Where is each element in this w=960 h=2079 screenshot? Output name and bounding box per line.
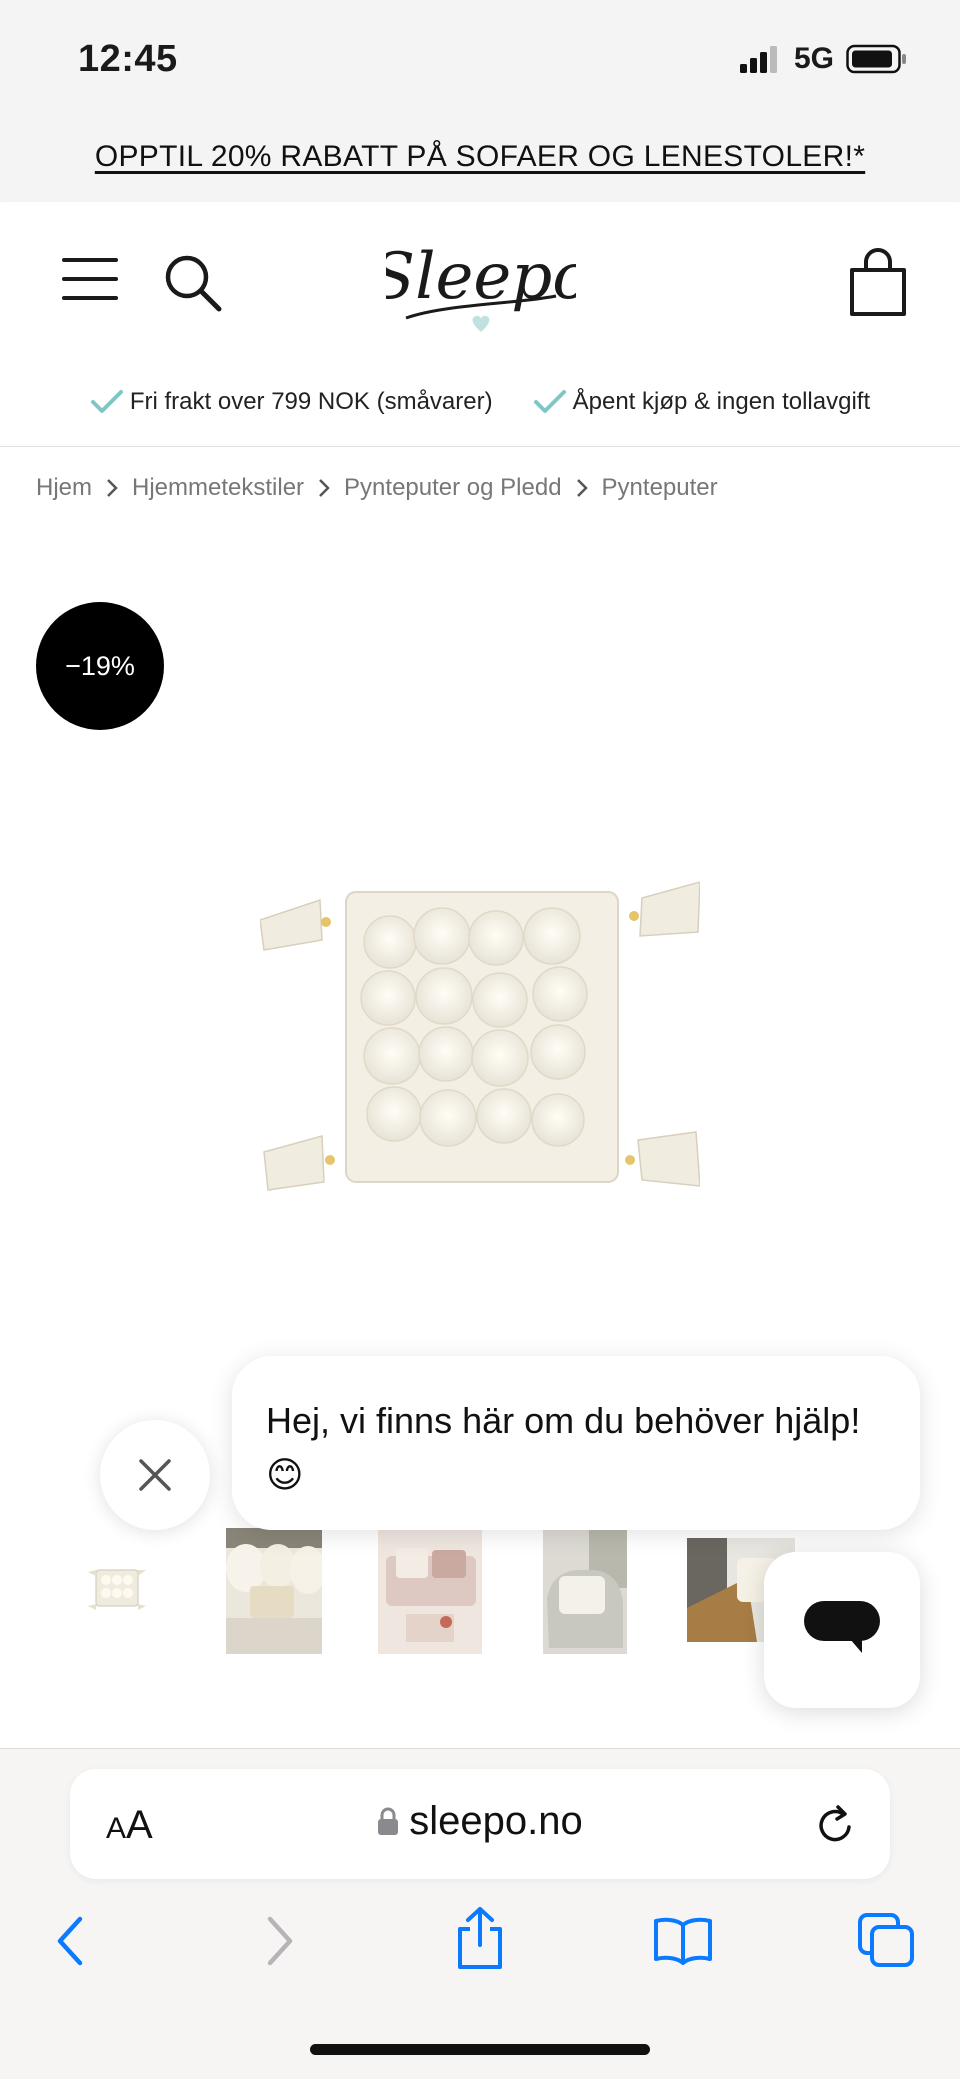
breadcrumb-item-hjemmetekstiler[interactable]: Hjemmetekstiler [132, 474, 304, 502]
battery-icon [846, 44, 906, 74]
url-display[interactable]: sleepo.no [70, 1799, 890, 1844]
share-icon[interactable] [454, 1905, 506, 1971]
checkmark-icon [90, 390, 123, 413]
chat-close-button[interactable] [100, 1420, 210, 1530]
promo-banner: OPPTIL 20% RABATT PÅ SOFAER OG LENESTOLE… [0, 120, 960, 202]
tabs-icon[interactable] [856, 1911, 916, 1969]
chat-greeting-text: Hej, vi finns här om du behöver hjälp!😊 [266, 1400, 861, 1495]
reload-icon[interactable] [816, 1803, 856, 1847]
chevron-right-icon [106, 478, 118, 498]
chat-launcher-button[interactable] [764, 1552, 920, 1708]
sleepo-logo[interactable]: Sleepo [386, 226, 576, 342]
usp-text: Fri frakt over 799 NOK (småvarer) [129, 388, 493, 415]
browser-bottom-bar: AA sleepo.no [0, 1748, 960, 2079]
thumbnail-3[interactable] [378, 1528, 482, 1654]
search-icon[interactable] [162, 252, 224, 314]
discount-badge: −19% [36, 602, 164, 730]
back-arrow-icon[interactable] [52, 1913, 88, 1969]
status-indicators: 5G [738, 42, 908, 76]
home-indicator [310, 2044, 650, 2055]
product-image[interactable] [260, 870, 700, 1210]
address-bar[interactable]: AA sleepo.no [70, 1769, 890, 1879]
thumbnail-4[interactable] [543, 1528, 627, 1654]
thumbnail-1[interactable] [88, 1564, 146, 1612]
thumbnail-2[interactable] [226, 1528, 322, 1654]
usp-item: Fri frakt over 799 NOK (småvarer) [90, 388, 493, 416]
close-icon [139, 1459, 171, 1491]
breadcrumb-item-pynteputer[interactable]: Pynteputer [602, 474, 718, 502]
usp-item: Åpent kjøp & ingen tollavgift [533, 388, 871, 416]
status-time: 12:45 [78, 38, 178, 80]
site-header: Sleepo [0, 202, 960, 358]
checkmark-icon [533, 390, 566, 413]
breadcrumb-item-hjem[interactable]: Hjem [36, 474, 92, 502]
chevron-right-icon [318, 478, 330, 498]
breadcrumb-item-pynteputer-og-pledd[interactable]: Pynteputer og Pledd [344, 474, 562, 502]
bookmarks-icon[interactable] [652, 1915, 714, 1965]
network-label: 5G [793, 42, 834, 75]
usp-bar: Fri frakt over 799 NOK (småvarer) Åpent … [0, 358, 960, 447]
chevron-right-icon [576, 478, 588, 498]
chat-greeting-bubble[interactable]: Hej, vi finns här om du behöver hjälp!😊 [232, 1356, 920, 1530]
breadcrumb: Hjem Hjemmetekstiler Pynteputer og Pledd… [36, 474, 718, 502]
status-bar: 12:45 5G [0, 0, 960, 120]
promo-link[interactable]: OPPTIL 20% RABATT PÅ SOFAER OG LENESTOLE… [95, 140, 865, 174]
lock-icon [378, 1807, 399, 1835]
usp-text: Åpent kjøp & ingen tollavgift [572, 388, 871, 415]
cellular-signal-icon [739, 46, 777, 73]
svg-text:Sleepo: Sleepo [386, 240, 576, 314]
chat-icon [804, 1601, 880, 1653]
shopping-bag-icon[interactable] [846, 246, 910, 320]
hamburger-menu-icon[interactable] [62, 258, 120, 302]
forward-arrow-icon[interactable] [262, 1913, 298, 1969]
